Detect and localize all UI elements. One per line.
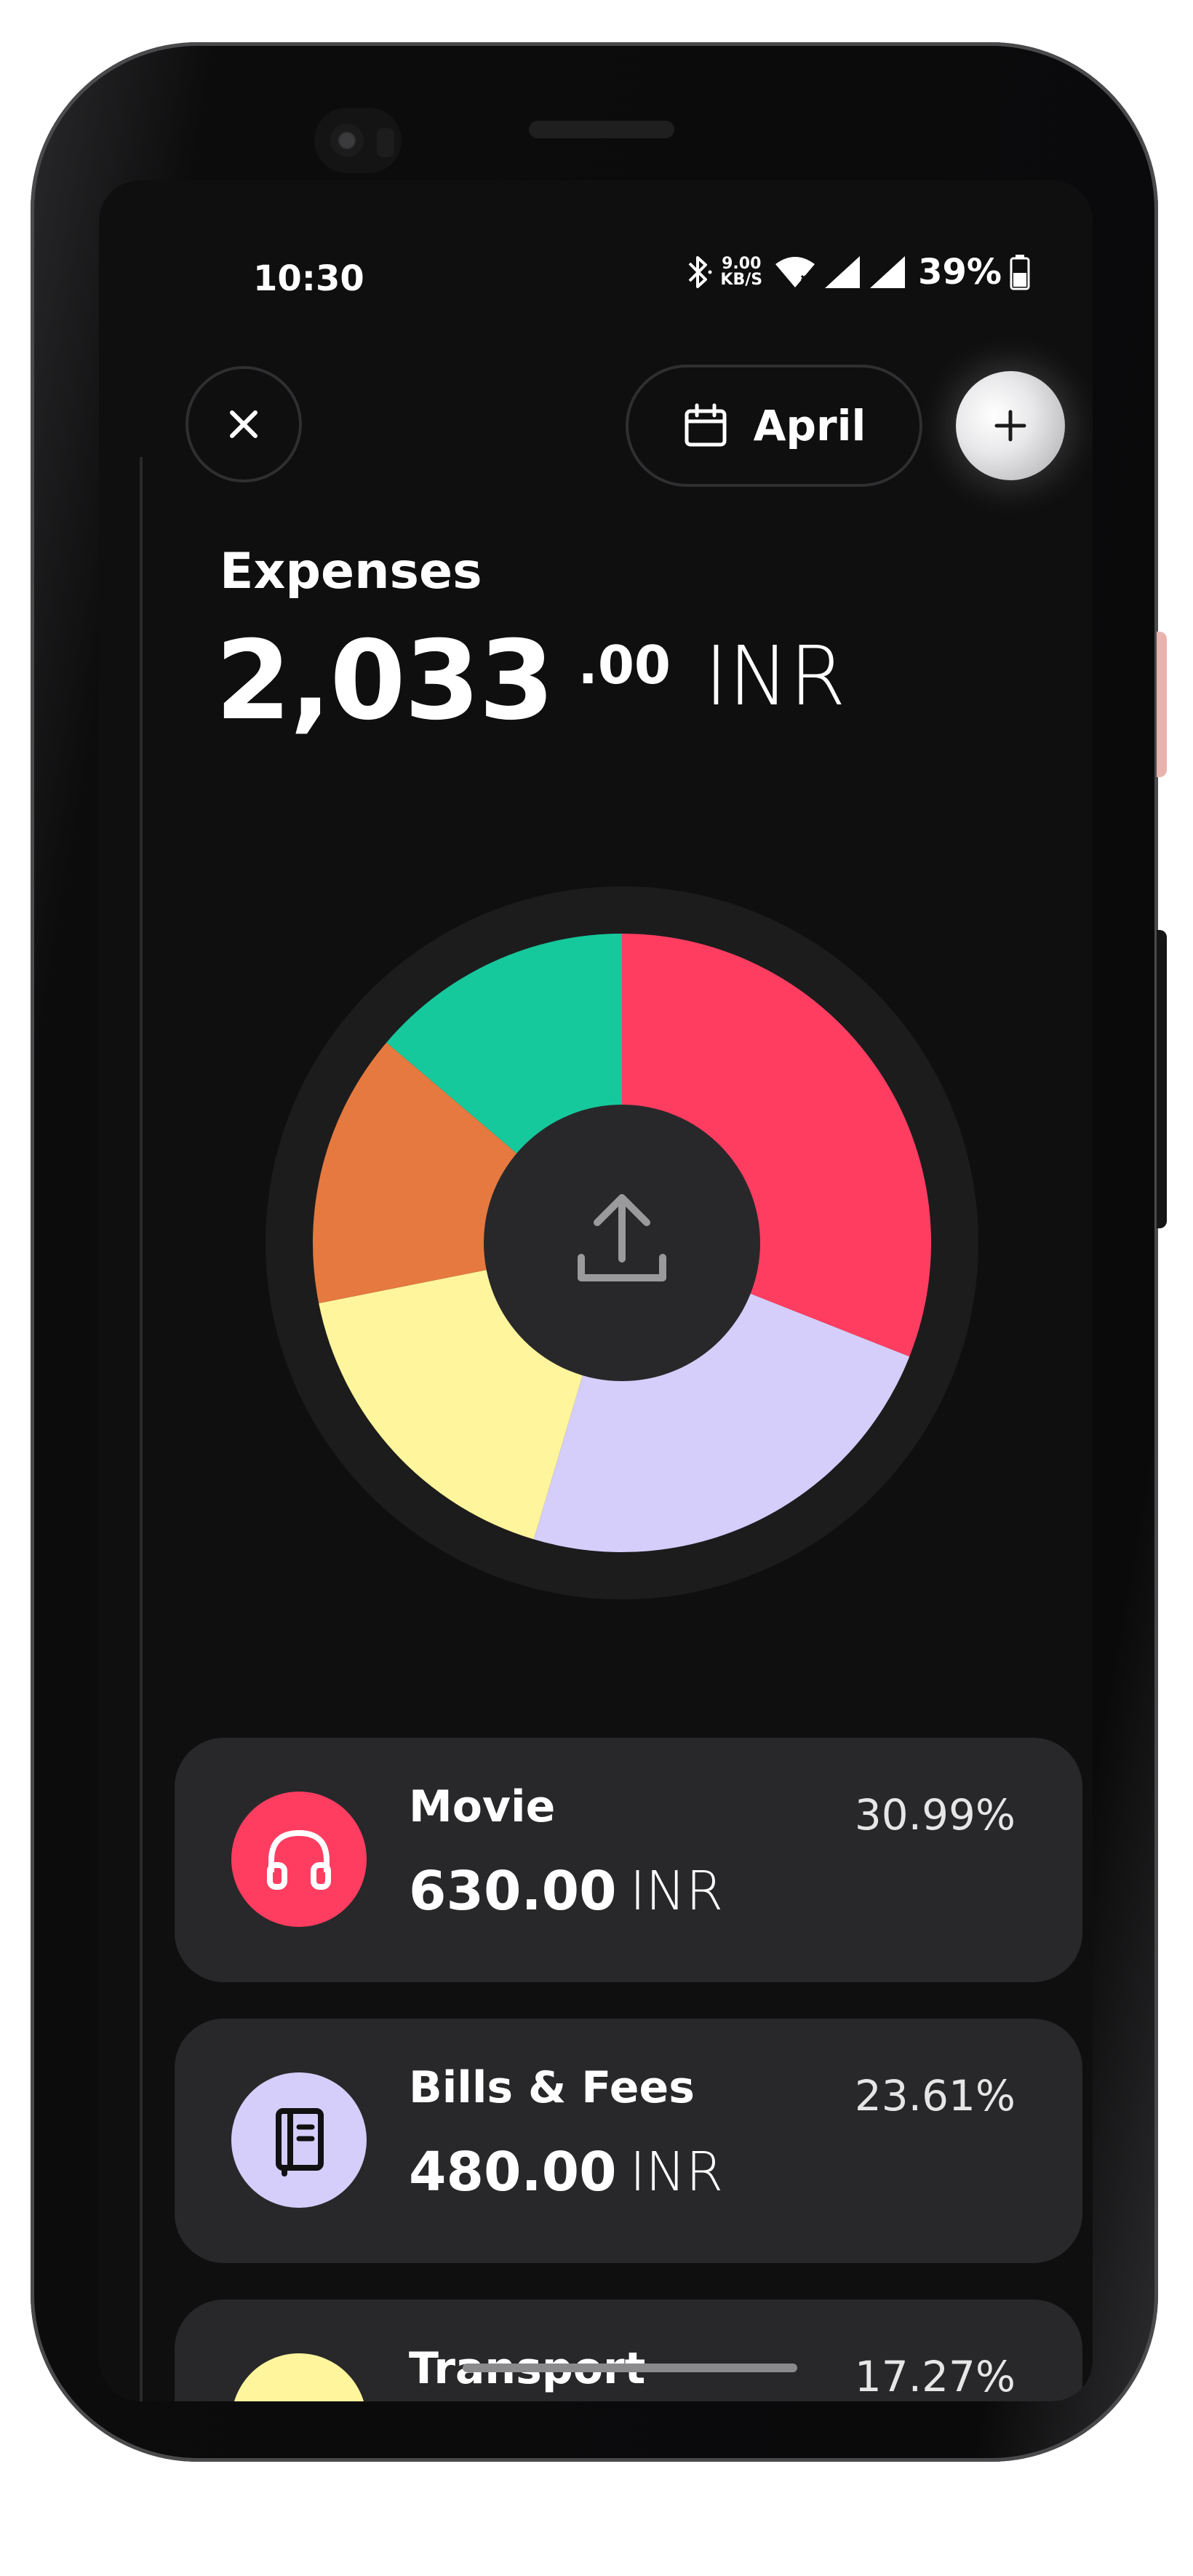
home-indicator[interactable]: [463, 2364, 797, 2372]
network-speed-value: 9.00: [722, 255, 762, 273]
car-icon: [263, 2385, 335, 2401]
category-card-bills[interactable]: Bills & Fees 480.00 INR 23.61%: [175, 2019, 1082, 2263]
volume-button: [1157, 930, 1167, 1228]
status-icons: 9.00 KB/S 39%: [684, 252, 1031, 293]
month-label: April: [753, 401, 866, 450]
category-badge: [231, 2353, 367, 2401]
status-time: 10:30: [253, 258, 364, 299]
earpiece-speaker: [529, 121, 674, 138]
power-button: [1157, 632, 1167, 777]
front-camera: [314, 108, 402, 173]
battery-percent: 39%: [918, 252, 1002, 293]
month-selector[interactable]: April: [626, 365, 922, 487]
category-card-movie[interactable]: Movie 630.00 INR 30.99%: [175, 1738, 1082, 1982]
category-amount: 630.00 INR: [409, 1860, 723, 1923]
close-icon: [230, 410, 258, 438]
category-name: Movie: [409, 1781, 556, 1832]
screen-bezel: [140, 457, 143, 2401]
camera-sensor: [377, 128, 394, 157]
donut-svg: [266, 886, 978, 1599]
category-badge: [231, 2072, 367, 2208]
category-amount-currency: INR: [629, 1860, 724, 1923]
category-badge: [231, 1792, 367, 1927]
expenses-total: 2,033 .00 INR: [215, 623, 846, 739]
signal-icon: [870, 256, 906, 288]
category-amount-value: 480.00: [409, 2141, 617, 2203]
total-decimal: .00: [578, 635, 671, 696]
category-amount-value: 630.00: [409, 1860, 617, 1923]
camera-lens: [330, 124, 364, 157]
expenses-label: Expenses: [220, 543, 482, 600]
close-button[interactable]: [185, 366, 302, 482]
plus-icon: [994, 410, 1026, 442]
add-expense-button[interactable]: [956, 371, 1065, 480]
category-amount-currency: INR: [629, 2141, 724, 2203]
category-percent: 30.99%: [854, 1790, 1016, 1840]
calendar-icon: [685, 403, 727, 447]
bluetooth-icon: [688, 256, 712, 288]
network-speed-unit: KB/S: [720, 271, 763, 289]
category-percent: 17.27%: [854, 2352, 1016, 2401]
category-percent: 23.61%: [854, 2071, 1016, 2120]
category-name: Bills & Fees: [409, 2062, 695, 2113]
total-integer: 2,033: [215, 618, 554, 744]
battery-icon: [1010, 255, 1030, 290]
total-currency: INR: [704, 629, 846, 724]
expense-donut-chart: [266, 886, 978, 1599]
network-speed: 9.00 KB/S: [720, 256, 762, 288]
headphones-icon: [267, 1829, 331, 1890]
phone-frame: 10:30 9.00 KB/S 39% April Expenses 2,033…: [31, 42, 1167, 2462]
wifi-icon: [775, 257, 815, 287]
category-amount: 480.00 INR: [409, 2141, 723, 2203]
app-screen: 10:30 9.00 KB/S 39% April Expenses 2,033…: [99, 180, 1093, 2401]
signal-icon: [825, 256, 861, 288]
notebook-icon: [276, 2108, 324, 2177]
category-card-transport[interactable]: Transport 17.27%: [175, 2299, 1082, 2401]
